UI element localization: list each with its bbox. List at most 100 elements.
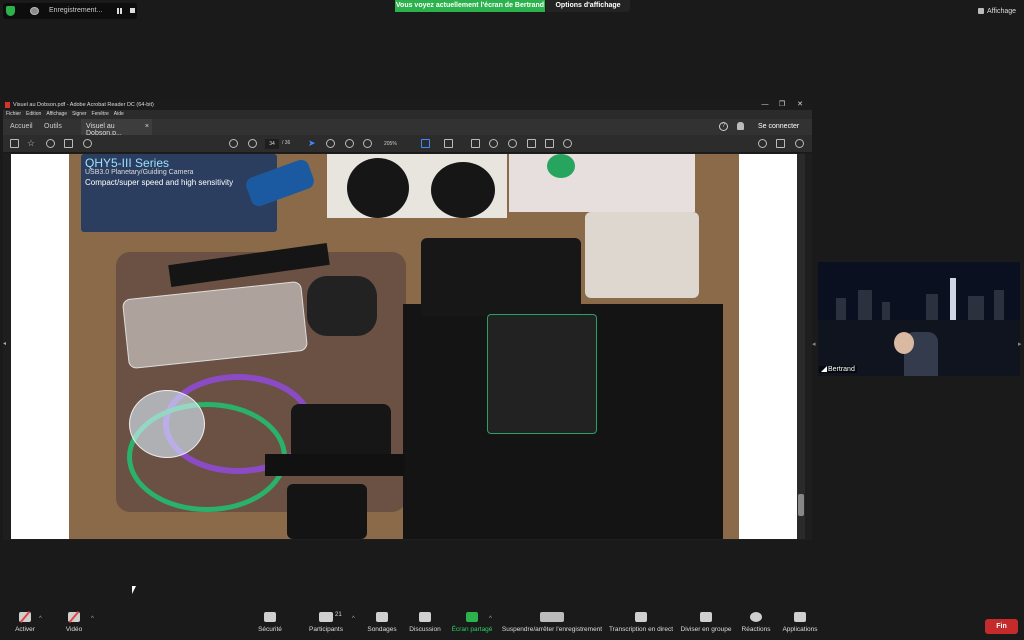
- tab-bar: Accueil Outils Visuel au Dobson.p... × ?…: [3, 119, 812, 137]
- acrobat-window: Visuel au Dobson.pdf - Adobe Acrobat Rea…: [3, 100, 812, 540]
- email-icon[interactable]: [776, 139, 785, 148]
- print-icon[interactable]: [64, 139, 73, 148]
- share-screen-label: Écran partagé: [451, 626, 493, 633]
- tab-document[interactable]: Visuel au Dobson.p... ×: [81, 119, 152, 137]
- chat-button[interactable]: Discussion: [406, 612, 444, 633]
- menu-view[interactable]: Affichage: [46, 110, 67, 119]
- save-icon[interactable]: [10, 139, 19, 148]
- page-number-input[interactable]: 34: [265, 139, 279, 149]
- acrobat-toolbar: ☆ 34 / 36 ➤ 205%: [3, 135, 812, 153]
- screen-share-banner: Vous voyez actuellement l'écran de Bertr…: [395, 0, 545, 12]
- view-options-button[interactable]: Options d'affichage: [546, 0, 630, 12]
- finder-scope: [265, 454, 405, 476]
- shield-icon: [264, 612, 276, 622]
- pause-recording-icon[interactable]: [117, 8, 122, 14]
- skyline-building: [836, 298, 846, 320]
- close-window-button[interactable]: ✕: [795, 100, 805, 110]
- participant-video[interactable]: Bertrand: [818, 262, 1020, 376]
- chat-label: Discussion: [409, 626, 441, 633]
- scrollbar-thumb[interactable]: [798, 494, 804, 516]
- menu-window[interactable]: Fenêtre: [92, 110, 109, 119]
- menu-sign[interactable]: Signer: [72, 110, 86, 119]
- recording-icon: [30, 7, 39, 15]
- transcription-label: Transcription en direct: [608, 626, 674, 633]
- poster-subtitle: USB3.0 Planetary/Guiding Camera: [85, 169, 194, 176]
- reactions-label: Réactions: [741, 626, 771, 633]
- scroll-mode-icon[interactable]: [444, 139, 453, 148]
- delete-icon[interactable]: [545, 139, 554, 148]
- pen-icon[interactable]: [489, 139, 498, 148]
- reactions-button[interactable]: Réactions: [740, 612, 772, 633]
- close-tab-icon[interactable]: ×: [145, 123, 149, 130]
- sign-in-button[interactable]: Se connecter: [758, 123, 799, 130]
- panel-expand-left-icon[interactable]: ◂: [3, 340, 9, 350]
- apps-label: Applications: [782, 626, 818, 633]
- minimize-button[interactable]: —: [760, 100, 770, 110]
- account-icon[interactable]: [795, 139, 804, 148]
- video-panel-handle-left[interactable]: ◂: [812, 340, 816, 348]
- video-panel-handle-right[interactable]: ▸: [1018, 340, 1022, 348]
- video-options-caret-icon[interactable]: ^: [91, 616, 94, 622]
- pause-stop-icon: [540, 612, 564, 622]
- maximize-button[interactable]: ❐: [777, 100, 787, 110]
- page-down-icon[interactable]: [248, 139, 257, 148]
- zoom-in-icon[interactable]: [363, 139, 372, 148]
- menu-edit[interactable]: Edition: [26, 110, 41, 119]
- help-icon[interactable]: ?: [719, 122, 728, 131]
- participant-name: Bertrand: [828, 366, 855, 373]
- skyline-building: [994, 290, 1004, 320]
- display-label: Affichage: [987, 7, 1017, 15]
- breakout-rooms-button[interactable]: Diviser en groupe: [679, 612, 733, 633]
- menu-file[interactable]: Fichier: [6, 110, 21, 119]
- display-button[interactable]: Affichage: [978, 6, 1022, 16]
- star-icon[interactable]: ☆: [27, 138, 36, 148]
- comment-icon[interactable]: [471, 139, 480, 148]
- accessory-box: [509, 154, 695, 212]
- security-button[interactable]: Sécurité: [254, 612, 286, 633]
- stop-recording-icon[interactable]: [130, 8, 135, 13]
- zoom-out-icon[interactable]: [345, 139, 354, 148]
- eyepiece-caps: [327, 154, 507, 218]
- pdf-page: QHY5-III Series USB3.0 Planetary/Guiding…: [11, 154, 797, 539]
- recording-control-label: Suspendre/arrêter l'enregistrement: [501, 626, 603, 633]
- tab-home[interactable]: Accueil: [10, 123, 33, 130]
- menu-help[interactable]: Aide: [114, 110, 124, 119]
- apps-button[interactable]: Applications: [780, 612, 820, 633]
- signal-strength-icon: [821, 366, 827, 372]
- skyline-tower: [950, 278, 956, 320]
- closed-caption-icon: [635, 612, 647, 622]
- unmute-button[interactable]: Activer: [10, 610, 40, 633]
- camera-off-icon: [68, 610, 80, 624]
- live-transcription-button[interactable]: Transcription en direct: [608, 612, 674, 633]
- tab-tools[interactable]: Outils: [44, 123, 62, 130]
- vertical-scrollbar[interactable]: [797, 154, 805, 539]
- share-screen-button[interactable]: Écran partagé: [450, 612, 494, 633]
- share-options-caret-icon[interactable]: ^: [489, 616, 492, 622]
- notifications-bell-icon[interactable]: [737, 122, 744, 130]
- end-meeting-button[interactable]: Fin: [985, 619, 1018, 634]
- recording-control-button[interactable]: Suspendre/arrêter l'enregistrement: [500, 612, 604, 633]
- participants-caret-icon[interactable]: ^: [352, 616, 355, 622]
- skyline-building: [858, 290, 872, 320]
- zoom-level[interactable]: 205%: [384, 139, 410, 149]
- share-icon[interactable]: [758, 139, 767, 148]
- stamp-icon[interactable]: [527, 139, 536, 148]
- zoom-search-icon[interactable]: [83, 139, 92, 148]
- page-up-icon[interactable]: [229, 139, 238, 148]
- apps-icon: [794, 612, 806, 622]
- polls-button[interactable]: Sondages: [364, 612, 400, 633]
- rotate-icon[interactable]: [563, 139, 572, 148]
- upload-icon[interactable]: [46, 139, 55, 148]
- page-view-icon[interactable]: [421, 139, 430, 148]
- video-button[interactable]: Vidéo: [60, 610, 88, 633]
- sign-icon[interactable]: [508, 139, 517, 148]
- polls-label: Sondages: [367, 626, 397, 633]
- audio-options-caret-icon[interactable]: ^: [39, 616, 42, 622]
- window-titlebar: Visuel au Dobson.pdf - Adobe Acrobat Rea…: [3, 100, 812, 110]
- select-cursor-icon[interactable]: ➤: [308, 138, 317, 148]
- pdf-icon: [5, 102, 10, 108]
- hand-tool-icon[interactable]: [326, 139, 335, 148]
- participants-label: Participants: [309, 626, 343, 633]
- green-ring: [547, 154, 575, 178]
- skyline-building: [882, 302, 890, 320]
